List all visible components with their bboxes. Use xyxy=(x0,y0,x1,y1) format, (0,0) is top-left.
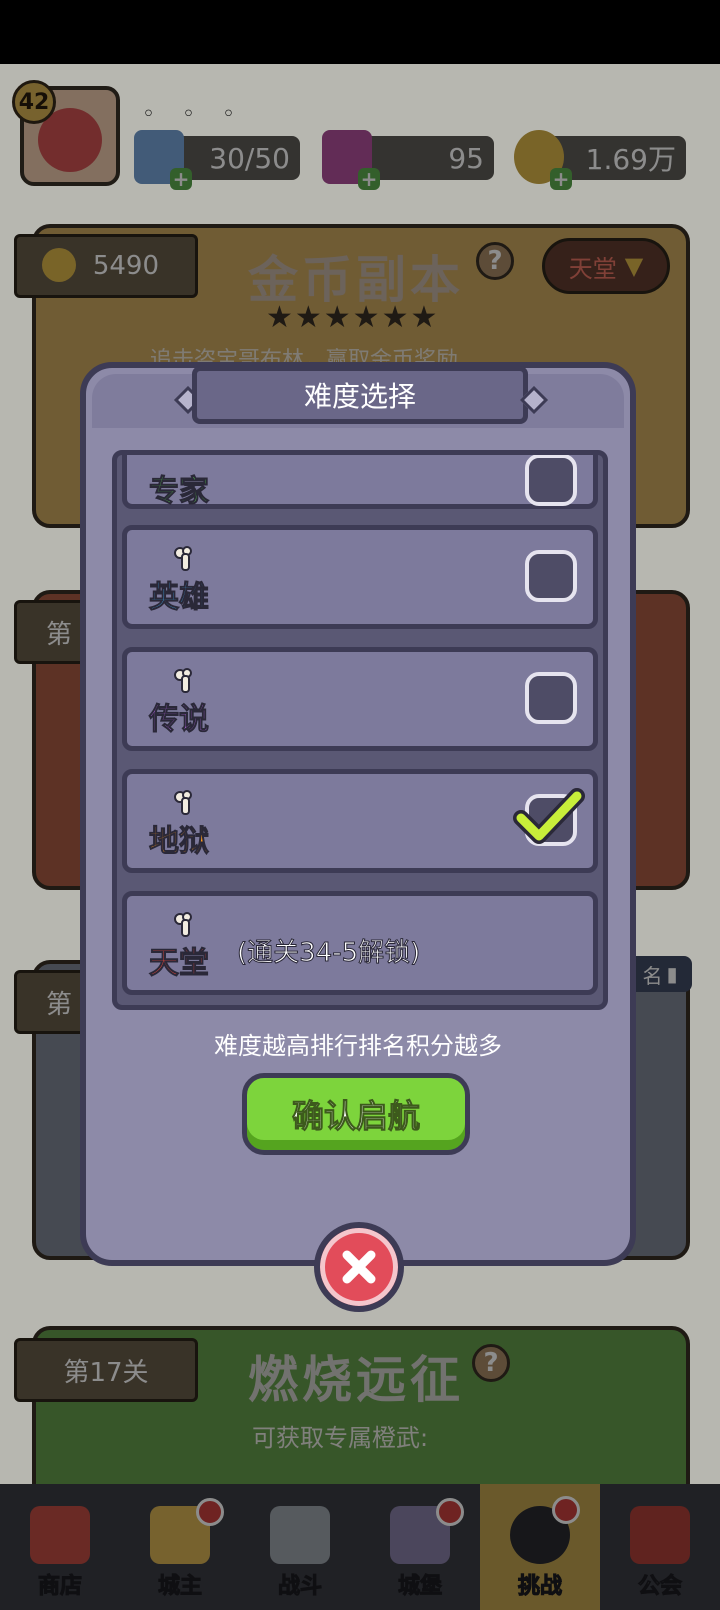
bottom-nav: 商店 城主 战斗 城堡 挑战 公会 xyxy=(0,1484,720,1610)
nav-castle[interactable]: 城堡 xyxy=(360,1484,480,1610)
nav-battle[interactable]: 战斗 xyxy=(240,1484,360,1610)
rank-tag[interactable]: 名 ▮ xyxy=(628,956,692,992)
plus-icon: + xyxy=(550,168,572,190)
difficulty-label-hero: 英雄 xyxy=(149,580,210,616)
notification-dot xyxy=(552,1496,580,1524)
bone-icon xyxy=(174,790,192,815)
close-button[interactable] xyxy=(314,1222,404,1312)
bone-icon xyxy=(174,912,192,937)
expedition-title: 燃烧远征 xyxy=(248,1351,464,1409)
nav-label: 城主 xyxy=(157,1574,202,1600)
expedition-subtitle: 可获取专属橙武: xyxy=(252,1424,429,1452)
gem-icon[interactable]: + xyxy=(322,130,380,190)
difficulty-row-heaven[interactable]: 天堂 (通关34-5解锁) xyxy=(122,891,598,995)
dungeon-coin-count: 5490 xyxy=(92,251,159,281)
difficulty-row-expert[interactable]: 专家 xyxy=(122,455,598,510)
star-rating: ★★★★★★ xyxy=(266,300,440,335)
settings-dots[interactable]: ◦ ◦ ◦ xyxy=(142,102,245,127)
close-x-icon xyxy=(342,1250,376,1284)
nav-challenge[interactable]: 挑战 xyxy=(480,1484,600,1610)
plus-icon: + xyxy=(170,168,192,190)
difficulty-dropdown[interactable]: 天堂 ▼ xyxy=(542,238,670,294)
coin-icon[interactable]: + xyxy=(514,130,572,190)
help-icon[interactable]: ? xyxy=(472,1344,510,1382)
checkbox-legend[interactable] xyxy=(525,672,577,724)
difficulty-row-legend[interactable]: 传说 xyxy=(122,647,598,751)
difficulty-modal: 难度选择 专家 英雄 传说 地狱 天堂 (通关34-5解锁) 难度越高排行排名积… xyxy=(80,362,636,1266)
difficulty-label-hell: 地狱 xyxy=(149,824,210,860)
heaven-unlock-note: (通关34-5解锁) xyxy=(236,938,421,969)
notification-dot xyxy=(436,1498,464,1526)
nav-label: 城堡 xyxy=(397,1574,442,1600)
difficulty-row-hero[interactable]: 英雄 xyxy=(122,525,598,629)
nav-label: 战斗 xyxy=(277,1574,322,1600)
checkmark-icon xyxy=(513,788,585,844)
nav-lord[interactable]: 城主 xyxy=(120,1484,240,1610)
dropdown-arrow-icon: ▼ xyxy=(624,252,644,280)
difficulty-dropdown-value: 天堂 xyxy=(568,254,617,283)
bar-chart-icon: ▮ xyxy=(666,962,678,986)
nav-shop[interactable]: 商店 xyxy=(0,1484,120,1610)
rank-tag-label: 名 xyxy=(642,963,663,988)
coin-icon xyxy=(42,248,76,282)
status-bar xyxy=(0,0,720,64)
difficulty-label-legend: 传说 xyxy=(149,702,210,738)
energy-lightning-icon[interactable]: + xyxy=(134,130,192,190)
difficulty-label-expert: 专家 xyxy=(149,474,210,510)
help-icon[interactable]: ? xyxy=(476,242,514,280)
bone-icon xyxy=(174,546,192,571)
notification-dot xyxy=(196,1498,224,1526)
guild-banner-icon xyxy=(630,1506,690,1564)
confirm-sail-button[interactable]: 确认启航 xyxy=(242,1073,470,1155)
difficulty-hint: 难度越高排行排名积分越多 xyxy=(214,1032,502,1060)
plus-icon: + xyxy=(358,168,380,190)
expedition-stage-ribbon: 第17关 xyxy=(14,1338,198,1402)
bone-icon xyxy=(174,668,192,693)
shop-icon xyxy=(30,1506,90,1564)
nav-label: 挑战 xyxy=(517,1574,562,1600)
swords-icon xyxy=(270,1506,330,1564)
difficulty-list[interactable]: 专家 英雄 传说 地狱 天堂 (通关34-5解锁) xyxy=(112,450,608,1010)
modal-title: 难度选择 xyxy=(192,366,528,424)
difficulty-label-heaven: 天堂 xyxy=(149,946,210,982)
checkbox-hero[interactable] xyxy=(525,550,577,602)
difficulty-row-hell[interactable]: 地狱 xyxy=(122,769,598,873)
level-badge: 42 xyxy=(12,80,56,124)
nav-label: 商店 xyxy=(37,1574,82,1600)
nav-guild[interactable]: 公会 xyxy=(600,1484,720,1610)
checkbox-expert[interactable] xyxy=(525,455,577,506)
nav-label: 公会 xyxy=(637,1574,682,1600)
